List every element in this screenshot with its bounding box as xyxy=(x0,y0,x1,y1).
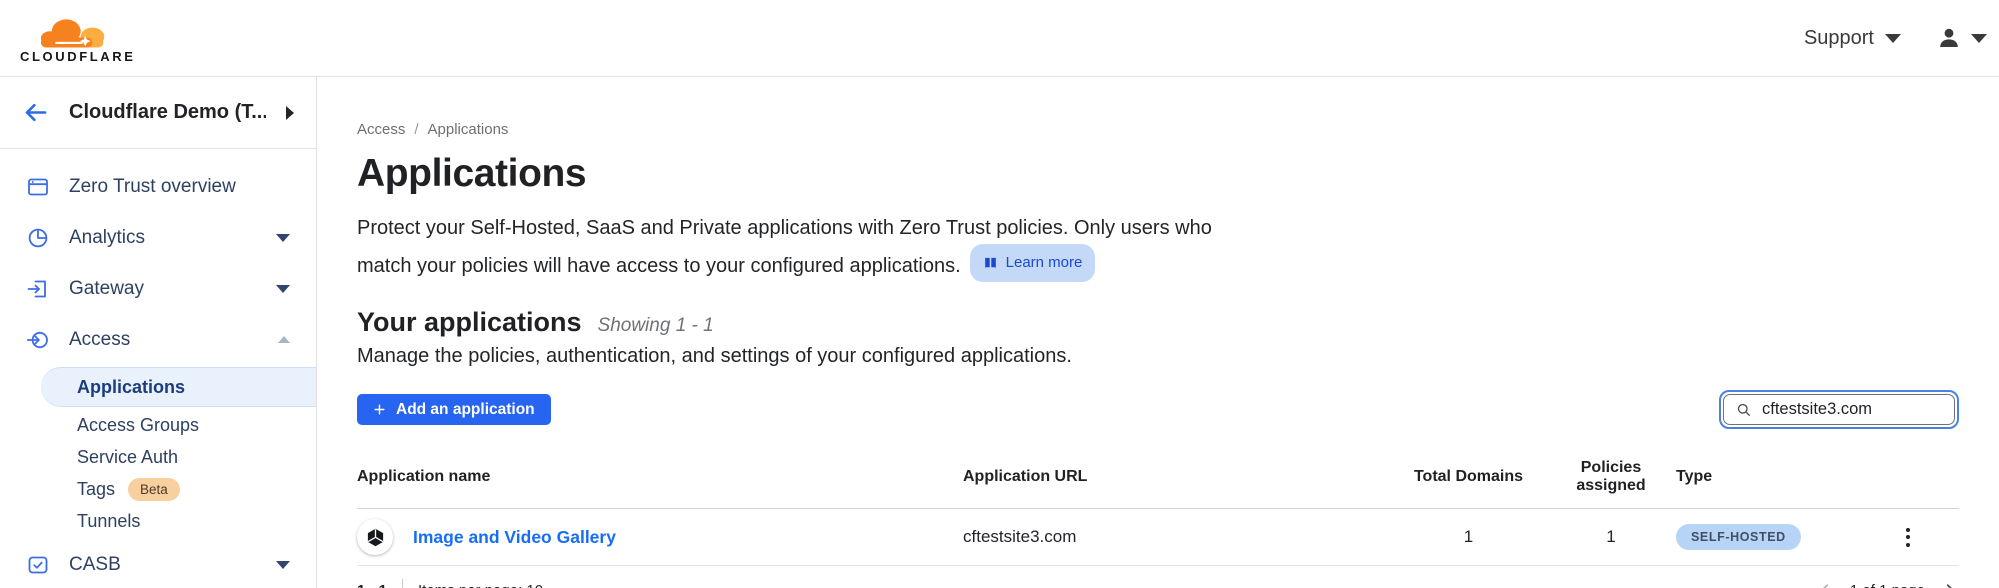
casb-icon xyxy=(26,553,50,577)
table-header: Application name Application URL Total D… xyxy=(357,459,1959,509)
cloudflare-logo-text: CLOUDFLARE xyxy=(20,49,136,64)
section-header: Your applications Showing 1 - 1 xyxy=(357,307,1959,338)
breadcrumb-separator: / xyxy=(414,121,418,138)
zero-trust-dashboard: CLOUDFLARE Support xyxy=(0,0,1999,588)
sidebar-subitem-label: Access Groups xyxy=(77,415,199,436)
type-cell: SELF-HOSTED xyxy=(1676,524,1891,550)
support-caret-icon xyxy=(1885,34,1901,43)
user-menu[interactable] xyxy=(1937,26,1987,50)
sidebar-item-zero-trust-overview[interactable]: Zero Trust overview xyxy=(0,161,316,212)
sidebar-item-casb[interactable]: CASB xyxy=(0,539,316,588)
sidebar-item-label: Access xyxy=(69,329,259,351)
column-application-url: Application URL xyxy=(963,468,1391,486)
sidebar-subitem-label: Service Auth xyxy=(77,447,178,468)
application-avatar xyxy=(357,519,393,555)
sidebar-item-label: CASB xyxy=(69,554,257,576)
application-url-cell: cftestsite3.com xyxy=(963,527,1391,547)
sidebar-subitem-label: Tags xyxy=(77,479,115,500)
pagination-summary: 1 - 1 Items per page: 10 xyxy=(357,579,543,588)
table-footer: 1 - 1 Items per page: 10 1 of 1 page xyxy=(357,579,1959,588)
access-icon xyxy=(26,328,50,352)
learn-more-badge[interactable]: Learn more xyxy=(970,244,1096,282)
page-title: Applications xyxy=(357,152,1959,196)
pagination-controls: 1 of 1 page xyxy=(1816,581,1959,588)
search-input[interactable] xyxy=(1762,400,1942,419)
column-total-domains: Total Domains xyxy=(1391,468,1546,486)
main-content: Access / Applications Applications Prote… xyxy=(317,77,1999,588)
sidebar-item-service-auth[interactable]: Service Auth xyxy=(0,441,316,473)
search-icon xyxy=(1736,402,1752,418)
section-title: Your applications xyxy=(357,307,582,338)
policies-assigned-cell: 1 xyxy=(1546,527,1676,547)
sidebar-item-tunnels[interactable]: Tunnels xyxy=(0,505,316,537)
chevron-down-icon xyxy=(276,285,290,293)
sidebar-subitem-label: Tunnels xyxy=(77,511,140,532)
breadcrumb-applications: Applications xyxy=(428,121,509,138)
sidebar-nav: Zero Trust overview Analytics Gateway xyxy=(0,149,316,588)
sidebar-item-access[interactable]: Access xyxy=(0,314,316,365)
plus-icon xyxy=(373,403,386,416)
application-link[interactable]: Image and Video Gallery xyxy=(413,527,616,548)
account-expand-caret-icon xyxy=(286,106,294,120)
chevron-down-icon xyxy=(276,561,290,569)
total-domains-cell: 1 xyxy=(1391,527,1546,547)
sidebar-item-gateway[interactable]: Gateway xyxy=(0,263,316,314)
top-bar: CLOUDFLARE Support xyxy=(0,0,1999,77)
divider xyxy=(402,579,403,588)
column-type: Type xyxy=(1676,468,1891,486)
support-menu[interactable]: Support xyxy=(1804,27,1901,50)
top-bar-right: Support xyxy=(1804,26,1989,50)
overview-icon xyxy=(26,175,50,199)
toolbar: Add an application xyxy=(357,390,1959,429)
learn-more-label: Learn more xyxy=(1006,247,1083,278)
support-label: Support xyxy=(1804,27,1874,50)
sidebar-item-tags[interactable]: Tags Beta xyxy=(0,473,316,505)
add-application-button[interactable]: Add an application xyxy=(357,394,551,425)
sidebar-item-label: Gateway xyxy=(69,278,257,300)
chevron-right-icon[interactable] xyxy=(1941,581,1959,588)
book-icon xyxy=(983,255,998,270)
cloudflare-cloud-icon xyxy=(30,14,126,52)
sidebar-item-applications[interactable]: Applications xyxy=(41,367,316,407)
sidebar-subitem-label: Applications xyxy=(77,377,185,398)
sidebar-item-access-groups[interactable]: Access Groups xyxy=(0,409,316,441)
page-status: 1 of 1 page xyxy=(1850,582,1925,588)
items-per-page: Items per page: 10 xyxy=(418,582,543,588)
type-badge: SELF-HOSTED xyxy=(1676,524,1801,550)
chevron-up-icon xyxy=(278,336,290,343)
search-field xyxy=(1719,390,1959,429)
column-policies-assigned: Policies assigned xyxy=(1546,459,1676,495)
page-description: Protect your Self-Hosted, SaaS and Priva… xyxy=(357,213,1237,282)
analytics-icon xyxy=(26,226,50,250)
chevron-down-icon xyxy=(276,234,290,242)
chevron-left-icon[interactable] xyxy=(1816,581,1834,588)
sidebar: Cloudflare Demo (T... Zero Trust overvie… xyxy=(0,77,317,588)
user-caret-icon xyxy=(1971,34,1987,43)
section-description: Manage the policies, authentication, and… xyxy=(357,345,1959,368)
back-arrow-icon[interactable] xyxy=(22,99,49,126)
table-row: Image and Video Gallery cftestsite3.com … xyxy=(357,509,1959,566)
sidebar-item-label: Analytics xyxy=(69,227,257,249)
account-title: Cloudflare Demo (T... xyxy=(69,101,266,124)
breadcrumb: Access / Applications xyxy=(357,121,1959,138)
add-application-label: Add an application xyxy=(396,401,535,419)
showing-count: Showing 1 - 1 xyxy=(598,315,714,337)
cube-icon xyxy=(365,527,386,548)
beta-badge: Beta xyxy=(128,478,180,501)
kebab-menu-icon[interactable] xyxy=(1897,524,1919,551)
user-icon xyxy=(1937,26,1961,50)
breadcrumb-access[interactable]: Access xyxy=(357,121,405,138)
cloudflare-logo[interactable]: CLOUDFLARE xyxy=(20,14,136,64)
search-box xyxy=(1723,394,1955,425)
account-switcher[interactable]: Cloudflare Demo (T... xyxy=(0,77,316,149)
column-application-name: Application name xyxy=(357,468,963,486)
row-actions-cell xyxy=(1891,524,1959,551)
application-name-cell: Image and Video Gallery xyxy=(357,519,963,555)
gateway-icon xyxy=(26,277,50,301)
sidebar-item-analytics[interactable]: Analytics xyxy=(0,212,316,263)
pagination-range: 1 - 1 xyxy=(357,582,387,588)
sidebar-item-label: Zero Trust overview xyxy=(69,176,290,198)
